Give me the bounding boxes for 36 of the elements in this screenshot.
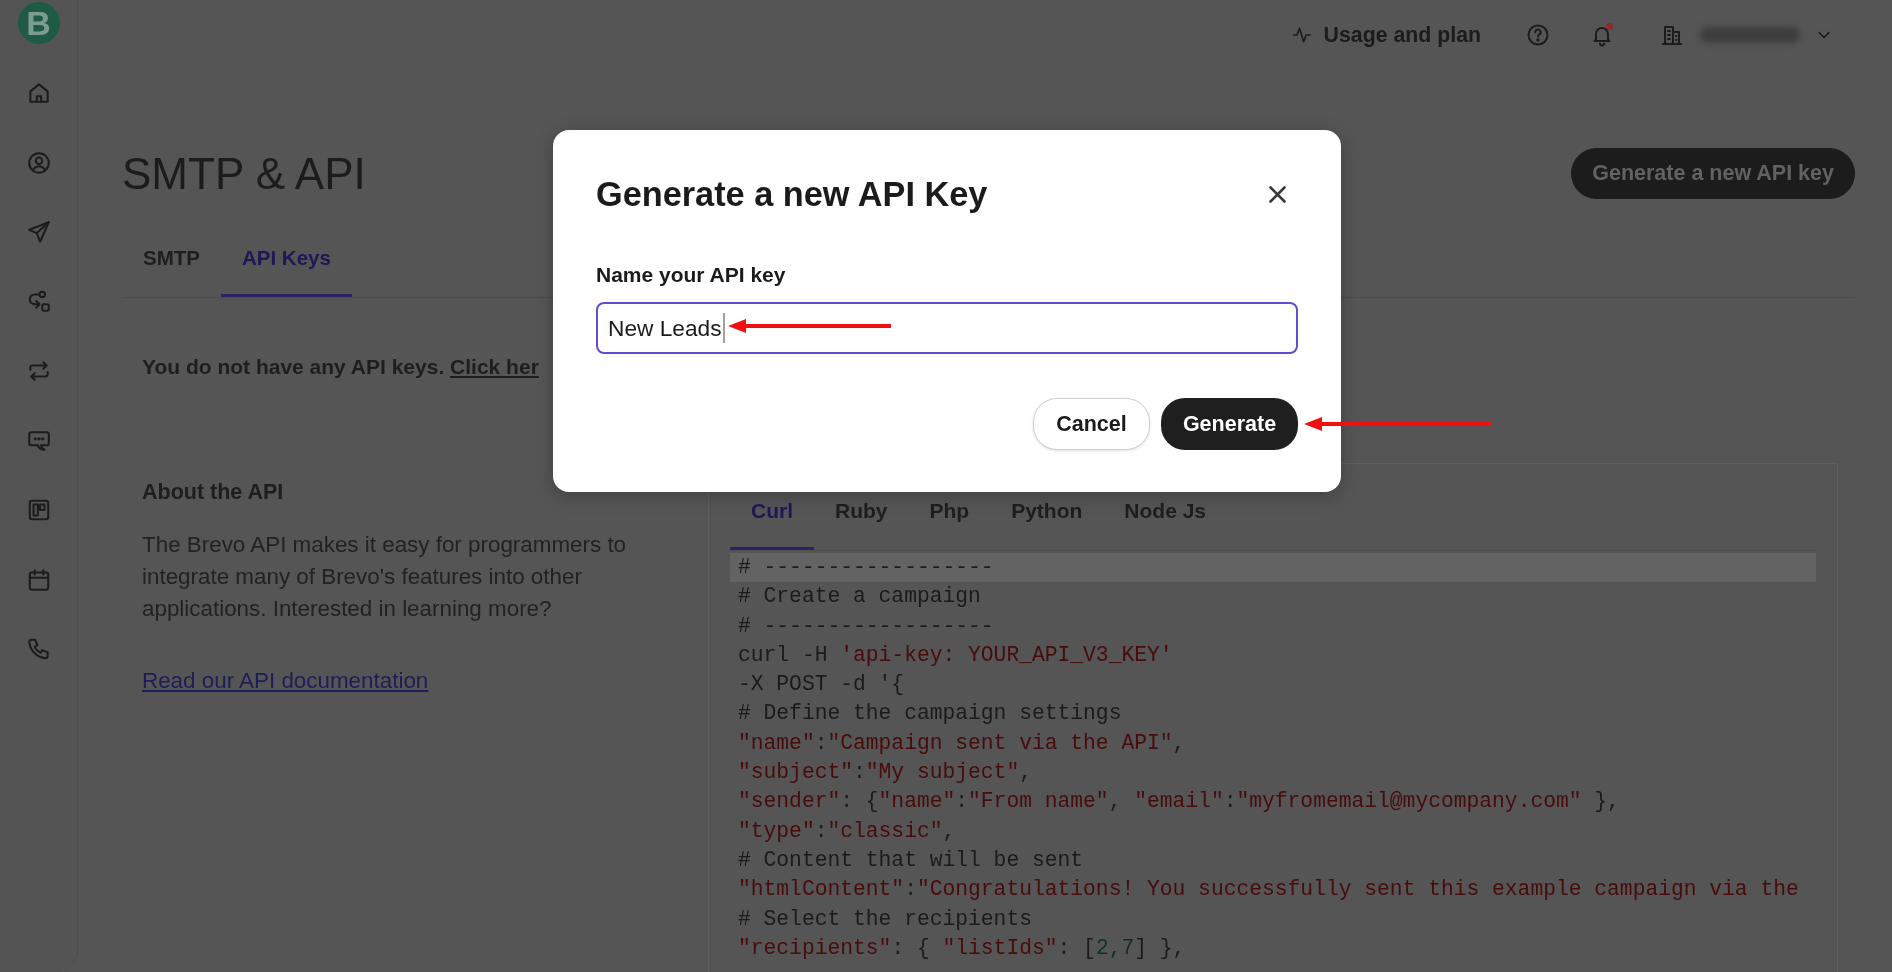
building-icon[interactable]: [1660, 23, 1684, 47]
code-line: curl -H 'api-key: YOUR_API_V3_KEY': [737, 641, 1174, 669]
generate-api-key-button[interactable]: Generate a new API key: [1571, 148, 1855, 199]
code-line: # Content that will be sent: [737, 846, 1085, 874]
text-cursor-icon: [722, 313, 725, 343]
language-tab[interactable]: Ruby: [814, 495, 909, 550]
activity-pulse-icon: [1291, 25, 1312, 45]
code-line: "name":"Campaign sent via the API",: [737, 729, 1187, 757]
api-key-name-field[interactable]: New Leads: [596, 302, 1298, 354]
language-tab[interactable]: Curl: [730, 495, 814, 550]
field-label: Name your API key: [596, 263, 787, 287]
documentation-link[interactable]: Read our API documentation: [142, 669, 429, 693]
code-line: # Define the campaign settings: [737, 700, 1123, 728]
user-circle-icon[interactable]: [25, 149, 52, 176]
code-line: # Create a campaign: [737, 583, 982, 611]
code-line: "type":"classic",: [737, 817, 957, 845]
usage-and-plan-link[interactable]: Usage and plan: [1291, 22, 1481, 48]
page-tab[interactable]: API Keys: [220, 222, 352, 297]
generate-button[interactable]: Generate: [1161, 398, 1298, 450]
code-line: # ------------------: [737, 612, 995, 640]
language-tab[interactable]: Node Js: [1103, 495, 1228, 550]
modal-title: Generate a new API Key: [596, 175, 988, 213]
help-icon[interactable]: [1526, 23, 1550, 47]
language-tab[interactable]: Python: [990, 495, 1104, 550]
code-line: "subject":"My subject",: [737, 759, 1033, 787]
phone-icon[interactable]: [25, 636, 52, 662]
paper-plane-icon[interactable]: [25, 219, 52, 245]
code-line: "recipients": { "listIds": [2,7] },: [737, 934, 1187, 962]
close-icon[interactable]: [1267, 183, 1288, 205]
code-line: -X POST -d '{: [737, 671, 906, 699]
code-line: "sender": {"name":"From name", "email":"myfromemail@mycompany.com" },: [737, 788, 1621, 816]
brand-logo[interactable]: B: [17, 2, 60, 44]
code-line: "htmlContent":"Congratulations! You successfully sent this example campaign via the: [737, 876, 1800, 904]
page-title: SMTP & API: [122, 148, 366, 199]
cancel-button[interactable]: Cancel: [1033, 398, 1150, 450]
code-line: # Select the recipients: [737, 905, 1033, 933]
